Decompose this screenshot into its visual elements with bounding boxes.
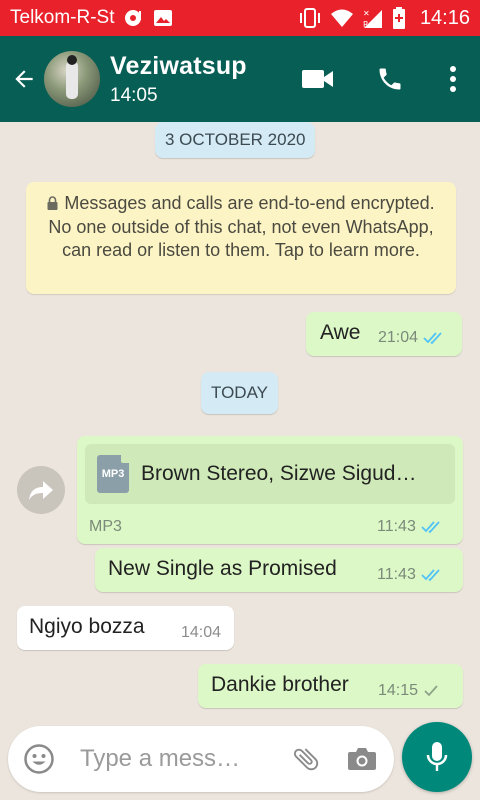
message-time: 11:43 (377, 566, 416, 583)
read-receipt-icon (421, 569, 440, 582)
wifi-icon (330, 8, 354, 28)
lock-icon (47, 193, 58, 216)
file-name: Brown Stereo, Sizwe Sigud… (141, 462, 417, 485)
message-text: Ngiyo bozza (29, 615, 145, 638)
message-time: 14:04 (181, 624, 222, 641)
message-time: 11:43 (377, 518, 416, 535)
camera-icon (348, 748, 376, 770)
message-text: New Single as Promised (108, 557, 337, 580)
notification-image-icon (153, 9, 173, 27)
date-chip: TODAY (201, 372, 278, 414)
vibrate-icon (298, 7, 322, 29)
file-message-bubble[interactable]: MP3 Brown Stereo, Sizwe Sigud… MP3 11:43 (77, 436, 463, 544)
camera-button[interactable] (334, 726, 390, 792)
status-bar: Telkom-R-St ✕ R 14:16 (0, 0, 480, 36)
battery-icon (392, 6, 406, 30)
message-bubble-incoming[interactable]: Ngiyo bozza 14:04 (17, 606, 234, 650)
contact-info[interactable]: Veziwatsup 14:05 (110, 52, 247, 107)
chat-area[interactable]: 3 OCTOBER 2020 Messages and calls are en… (0, 122, 480, 722)
file-type: MP3 (89, 518, 122, 535)
paperclip-icon (293, 748, 319, 771)
notification-music-icon (123, 8, 145, 28)
emoji-button[interactable] (8, 726, 70, 792)
status-time: 14:16 (419, 6, 470, 29)
contact-name: Veziwatsup (110, 51, 247, 80)
sent-tick-icon (424, 685, 438, 697)
encryption-notice[interactable]: Messages and calls are end-to-end encryp… (26, 182, 456, 294)
back-button[interactable] (4, 36, 44, 122)
message-input[interactable]: Type a mess… (80, 745, 260, 773)
svg-text:✕: ✕ (363, 9, 370, 18)
more-options-icon (450, 66, 456, 92)
message-text: Awe (320, 321, 361, 344)
contact-avatar[interactable] (44, 51, 100, 107)
message-bubble-outgoing[interactable]: Dankie brother 14:15 (198, 664, 463, 708)
carrier-name: Telkom-R-St (10, 7, 115, 28)
voice-call-icon (379, 68, 401, 90)
more-options-button[interactable] (426, 36, 480, 122)
encryption-notice-text: Messages and calls are end-to-end encryp… (48, 193, 435, 260)
message-time: 21:04 (378, 329, 419, 346)
svg-text:R: R (363, 20, 369, 29)
emoji-icon (24, 744, 54, 774)
read-receipt-icon (421, 521, 440, 534)
mp3-file-icon: MP3 (97, 455, 129, 493)
message-bubble-outgoing[interactable]: Awe 21:04 (306, 312, 462, 356)
forward-icon (29, 481, 53, 500)
voice-record-button[interactable] (402, 722, 472, 792)
voice-call-button[interactable] (354, 36, 426, 122)
signal-roaming-icon: ✕ R (362, 7, 384, 29)
message-time: 14:15 (378, 682, 419, 699)
video-call-icon (302, 70, 333, 88)
file-attachment[interactable]: MP3 Brown Stereo, Sizwe Sigud… (85, 444, 455, 504)
message-text: Dankie brother (211, 673, 349, 696)
contact-last-seen: 14:05 (110, 84, 158, 106)
message-composer: Type a mess… (8, 726, 394, 792)
date-chip: 3 OCTOBER 2020 (155, 122, 316, 158)
microphone-icon (426, 742, 448, 771)
back-arrow-icon (15, 70, 33, 88)
message-bubble-outgoing[interactable]: New Single as Promised 11:43 (95, 548, 463, 592)
attach-button[interactable] (278, 726, 334, 792)
forward-button[interactable] (17, 466, 65, 514)
chat-header: Veziwatsup 14:05 (0, 36, 480, 122)
video-call-button[interactable] (282, 36, 354, 122)
read-receipt-icon (423, 332, 442, 345)
